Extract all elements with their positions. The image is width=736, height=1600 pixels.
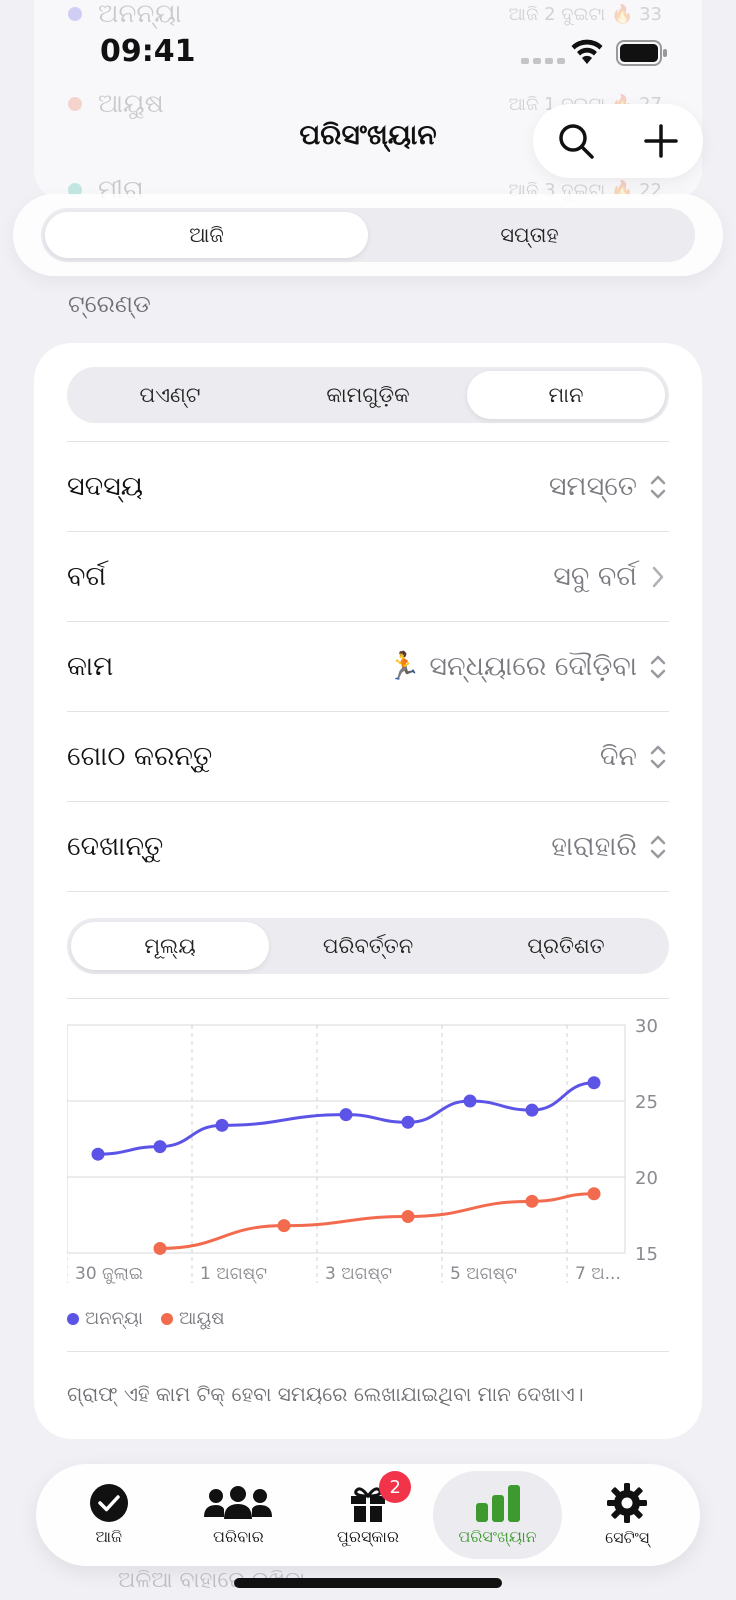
metric-tab-points[interactable]: ପଏଣ୍ଟ	[71, 371, 269, 419]
legend-label: ଅନନ୍ୟା	[85, 1308, 143, 1329]
data-point	[525, 1103, 539, 1117]
chevron-updown-icon	[650, 475, 666, 498]
data-point	[401, 1210, 415, 1224]
row-label: ଦେଖାନ୍ତୁ	[67, 830, 164, 862]
filter-row-category[interactable]: ବର୍ଗ ସବୁ ବର୍ଗ	[67, 532, 669, 622]
chart-mode-percent[interactable]: ପ୍ରତିଶତ	[467, 922, 665, 970]
range-option-today[interactable]: ଆଜି	[45, 212, 368, 258]
filter-row-member[interactable]: ସଦସ୍ୟ ସମସ୍ତେ	[67, 442, 669, 532]
row-label: କାମ	[67, 650, 114, 682]
legend-label: ଆୟୁଷ	[178, 1308, 225, 1329]
notification-badge: 2	[379, 1471, 412, 1503]
data-point	[91, 1147, 105, 1161]
x-tick-label: 30 ଜୁଲାଇ	[75, 1264, 143, 1284]
tab-family[interactable]: ପରିବାର	[174, 1471, 304, 1559]
home-indicator	[234, 1578, 502, 1588]
filter-row-show[interactable]: ଦେଖାନ୍ତୁ ହାରାହାରି	[67, 802, 669, 892]
member-color-dot	[68, 97, 82, 111]
bar-chart-icon	[475, 1485, 520, 1522]
x-tick-label: 1 ଅଗଷ୍ଟ	[200, 1264, 267, 1284]
battery-icon	[616, 40, 667, 66]
filter-row-group-by[interactable]: ଗୋଠ କରନ୍ତୁ ଦିନ	[67, 712, 669, 802]
row-value: ସମସ୍ତେ	[548, 470, 637, 502]
range-selector: ଆଜି ସପ୍ତାହ	[13, 194, 723, 276]
row-label: ସଦସ୍ୟ	[67, 470, 144, 502]
data-point	[401, 1115, 415, 1129]
tab-label: ପରିସଂଖ୍ୟାନ	[458, 1527, 537, 1546]
y-tick-label: 25	[635, 1092, 658, 1113]
metric-tab-value[interactable]: ମାନ	[467, 371, 665, 419]
row-value: ହାରାହାରି	[551, 830, 637, 862]
data-point	[215, 1118, 229, 1132]
data-point	[339, 1108, 353, 1122]
tab-today[interactable]: ଆଜି	[44, 1471, 174, 1559]
add-button[interactable]	[631, 111, 691, 171]
tab-label: ଆଜି	[95, 1527, 123, 1546]
trend-chart: 15 20 25 30 30 ଜୁଲାଇ 1 ଅଗଷ୍ଟ 3 ଅଗଷ୍ଟ 5 ଅଗଷ୍ଟ 7 ଅ…	[67, 998, 669, 1308]
wifi-icon	[571, 39, 603, 64]
people-icon	[204, 1486, 273, 1519]
y-tick-label: 30	[635, 1016, 658, 1037]
data-point	[277, 1219, 291, 1233]
search-button[interactable]	[546, 111, 606, 171]
tab-rewards[interactable]: 2 ପୁରସ୍କାର	[303, 1471, 433, 1559]
line-chart: 15 20 25 30 30 ଜୁଲାଇ 1 ଅଗଷ୍ଟ 3 ଅଗଷ୍ଟ 5 ଅଗଷ୍ଟ 7 ଅ…	[67, 1016, 658, 1284]
trend-card: ପଏଣ୍ଟ କାମଗୁଡ଼ିକ ମାନ ସଦସ୍ୟ ସମସ୍ତେ ବର୍ଗ ସବ…	[34, 343, 702, 1439]
data-point	[463, 1094, 477, 1108]
chart-legend: ଅନନ୍ୟା ଆୟୁଷ	[67, 1308, 669, 1329]
chevron-updown-icon	[650, 745, 666, 768]
chart-mode-value[interactable]: ମୂଲ୍ୟ	[71, 922, 269, 970]
legend-item: ଆୟୁଷ	[160, 1308, 225, 1329]
range-option-week[interactable]: ସପ୍ତାହ	[368, 212, 691, 258]
tab-label: ପୁରସ୍କାର	[336, 1527, 400, 1546]
plus-icon	[643, 124, 678, 158]
header-actions	[533, 104, 703, 178]
chevron-updown-icon	[650, 655, 666, 678]
plot-frame	[67, 1024, 626, 1254]
tab-statistics[interactable]: ପରିସଂଖ୍ୟାନ	[432, 1471, 563, 1559]
tab-label: ପରିବାର	[212, 1527, 264, 1546]
cellular-signal-icon	[521, 58, 565, 64]
x-tick-label: 7 ଅ...	[575, 1264, 621, 1284]
legend-item: ଅନନ୍ୟା	[67, 1308, 143, 1329]
data-point	[153, 1140, 167, 1154]
data-point	[587, 1076, 601, 1090]
row-label: ବର୍ଗ	[67, 560, 107, 592]
y-tick-label: 15	[635, 1244, 658, 1265]
status-time: 09:41	[100, 34, 196, 69]
filter-row-chore[interactable]: କାମ 🏃 ସନ୍ଧ୍ୟାରେ ଦୌଡ଼ିବା	[67, 622, 669, 712]
legend-dot	[160, 1312, 173, 1325]
data-point	[525, 1194, 539, 1208]
tab-bar: ଆଜି ପରିବାର 2 ପୁରସ୍କାର ପରିସଂଖ୍ୟାନ ସେଟିଂସ୍	[36, 1464, 700, 1566]
gear-icon	[607, 1483, 648, 1523]
legend-dot	[67, 1312, 79, 1325]
search-icon	[558, 124, 594, 159]
data-point	[587, 1187, 601, 1201]
chart-mode-change[interactable]: ପରିବର୍ତ୍ତନ	[269, 922, 467, 970]
data-point	[153, 1241, 167, 1255]
row-value: ସବୁ ବର୍ଗ	[553, 560, 637, 592]
section-label: ଟ୍ରେଣ୍ଡ	[68, 290, 151, 318]
x-tick-label: 3 ଅଗଷ୍ଟ	[325, 1264, 392, 1284]
status-bar: 09:41	[0, 0, 736, 90]
chevron-right-icon	[652, 566, 664, 587]
chevron-updown-icon	[650, 835, 666, 858]
tab-label: ସେଟିଂସ୍	[605, 1528, 650, 1547]
chart-mode-tabs: ମୂଲ୍ୟ ପରିବର୍ତ୍ତନ ପ୍ରତିଶତ	[67, 918, 669, 974]
chart-footnote: ଗ୍ରାଫ୍ ଏହି କାମ ଟିକ୍ ହେବା ସମୟରେ ଲେଖାଯାଇଥି…	[67, 1351, 669, 1406]
metric-tabs: ପଏଣ୍ଟ କାମଗୁଡ଼ିକ ମାନ	[67, 367, 669, 423]
metric-tab-chores[interactable]: କାମଗୁଡ଼ିକ	[269, 371, 467, 419]
checkmark-circle-icon	[89, 1484, 128, 1522]
row-label: ଗୋଠ କରନ୍ତୁ	[67, 740, 213, 772]
filter-rows: ସଦସ୍ୟ ସମସ୍ତେ ବର୍ଗ ସବୁ ବର୍ଗ କାମ 🏃 ସନ୍ଧ୍ୟା…	[67, 441, 669, 892]
row-value: ଦିନ	[599, 740, 637, 772]
x-tick-label: 5 ଅଗଷ୍ଟ	[450, 1264, 517, 1284]
tab-settings[interactable]: ସେଟିଂସ୍	[562, 1471, 692, 1559]
y-tick-label: 20	[635, 1168, 658, 1189]
row-value: 🏃 ସନ୍ଧ୍ୟାରେ ଦୌଡ଼ିବା	[387, 651, 637, 682]
background-item-name: ଆୟୁଷ	[98, 88, 164, 119]
